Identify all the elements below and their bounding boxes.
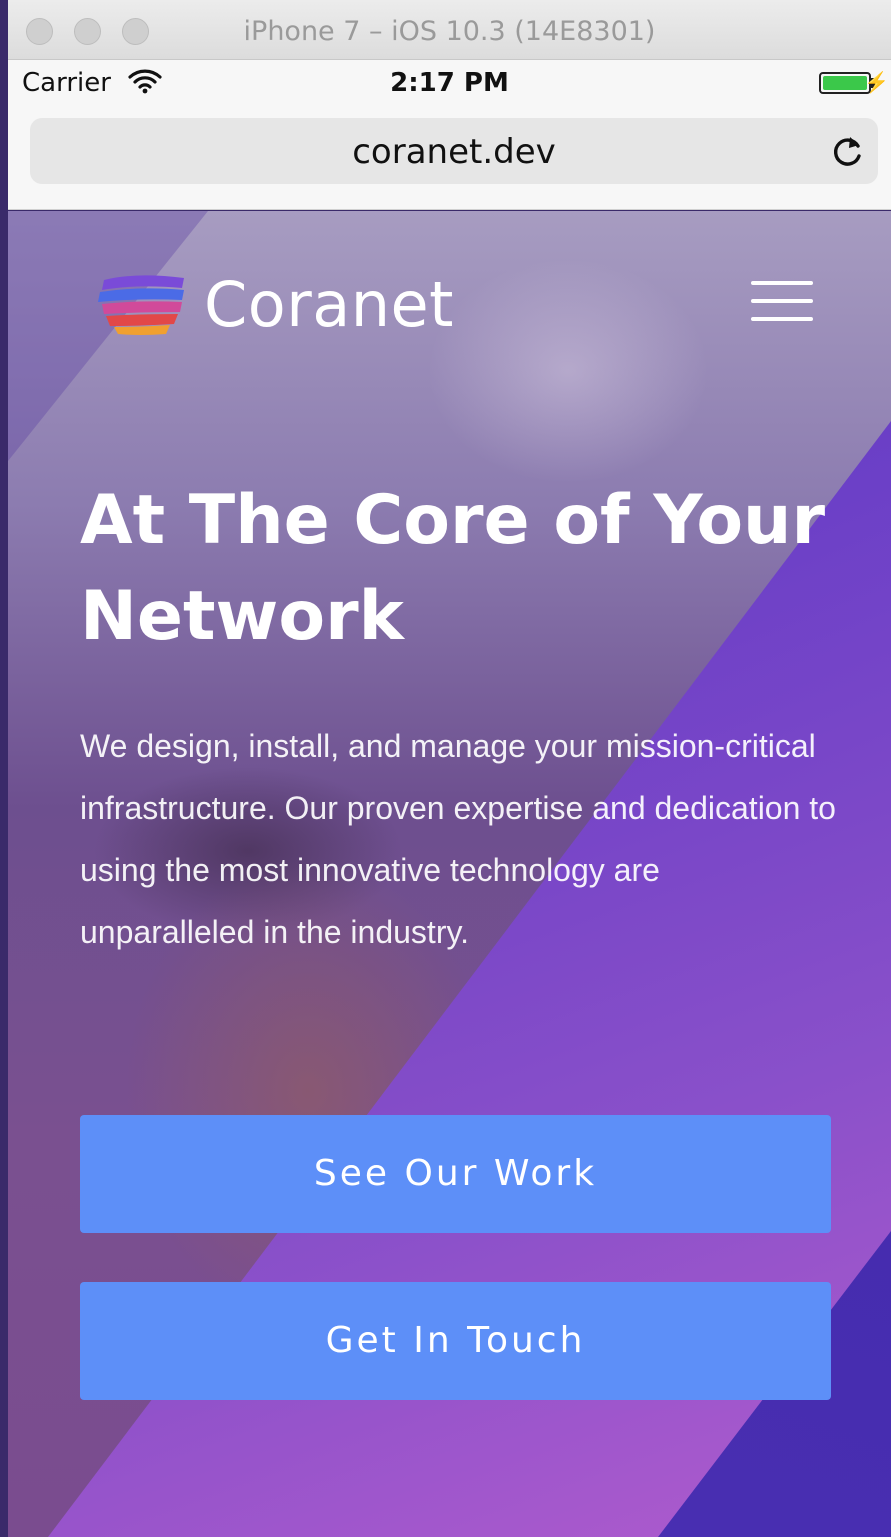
reload-icon[interactable] [828, 132, 866, 170]
hero-section: Coranet At The Core of Your Network We d… [8, 211, 891, 1537]
ios-status-bar: Carrier 2:17 PM ⚡ [8, 60, 891, 106]
status-time: 2:17 PM [390, 68, 509, 98]
safari-address-bar: coranet.dev [8, 106, 891, 210]
see-our-work-button[interactable]: See Our Work [80, 1115, 831, 1233]
brand-name: Coranet [204, 267, 454, 341]
simulator-titlebar: iPhone 7 – iOS 10.3 (14E8301) [8, 0, 891, 60]
url-text: coranet.dev [352, 132, 556, 172]
hamburger-menu-icon[interactable] [751, 281, 813, 323]
coranet-logo-mark [98, 275, 184, 335]
hero-description: We design, install, and manage your miss… [80, 728, 836, 950]
url-field[interactable]: coranet.dev [30, 118, 878, 184]
charging-bolt-icon: ⚡ [864, 72, 889, 94]
hero-headline: At The Core of Your Network [80, 481, 825, 656]
window-title: iPhone 7 – iOS 10.3 (14E8301) [243, 16, 656, 47]
site-logo[interactable]: Coranet [96, 267, 454, 341]
get-in-touch-button[interactable]: Get In Touch [80, 1282, 831, 1400]
